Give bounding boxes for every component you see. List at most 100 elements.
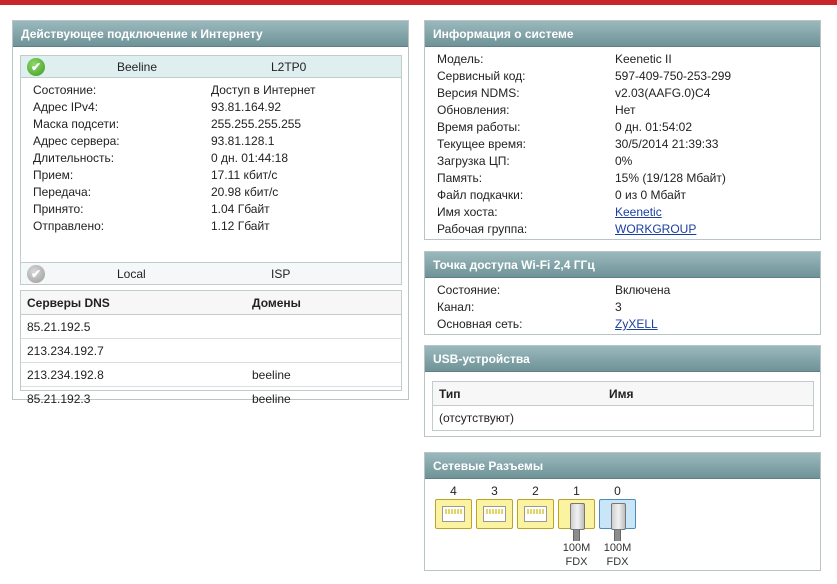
port-duplex: FDX [606, 556, 629, 568]
list-item: Принято: 1.04 Гбайт [21, 201, 401, 218]
connection-stat-value: 255.255.255.255 [211, 117, 302, 131]
wifi-network-link[interactable]: ZyXELL [615, 316, 658, 333]
list-item: Имя хоста: Keenetic [425, 204, 820, 221]
system-stat-value: 0 дн. 01:54:02 [615, 120, 693, 134]
port-speed: 100M [562, 542, 591, 554]
port-4[interactable]: 4 [433, 483, 474, 569]
system-stat-label: Сервисный код: [437, 69, 526, 83]
system-stat-value: Keenetic II [615, 52, 672, 66]
port-duplex: FDX [565, 556, 588, 568]
connection-secondary-row[interactable]: ✔ Local ISP [21, 262, 401, 284]
list-item: Прием: 17.11 кбит/с [21, 167, 401, 184]
system-stat-value: 0% [615, 154, 633, 168]
list-item: Обновления: Нет [425, 102, 820, 119]
hostname-label: Имя хоста: [437, 205, 498, 219]
ethernet-port-icon [476, 499, 513, 529]
port-number: 2 [532, 484, 539, 498]
dns-domain: beeline [252, 392, 291, 406]
workgroup-label: Рабочая группа: [437, 222, 528, 236]
port-number: 4 [450, 484, 457, 498]
list-item: Передача: 20.98 кбит/с [21, 184, 401, 201]
system-stat-value: 597-409-750-253-299 [615, 69, 732, 83]
connection-stat-label: Маска подсети: [33, 117, 120, 131]
port-2[interactable]: 2 [515, 483, 556, 569]
wifi-info-list: Состояние: Включена Канал: 3 Основная се… [425, 278, 820, 333]
connection-stat-value: 93.81.128.1 [211, 134, 275, 148]
ethernet-plugged-icon [558, 499, 595, 530]
system-stat-label: Текущее время: [437, 137, 526, 151]
system-stat-label: Время работы: [437, 120, 521, 134]
port-0[interactable]: 0 100M FDX [597, 483, 638, 569]
port-3[interactable]: 3 [474, 483, 515, 569]
list-item: Отправлено: 1.12 Гбайт [21, 218, 401, 235]
wifi-network-label: Основная сеть: [437, 317, 523, 331]
system-info-title: Информация о системе [425, 21, 820, 47]
list-item: Сервисный код: 597-409-750-253-299 [425, 68, 820, 85]
dns-domain: beeline [252, 368, 291, 382]
dns-server: 213.234.192.8 [27, 368, 104, 382]
connection-stat-value: 1.04 Гбайт [211, 202, 270, 216]
port-number: 1 [573, 484, 580, 498]
dns-server: 213.234.192.7 [27, 344, 104, 358]
connection-stat-value: 0 дн. 01:44:18 [211, 151, 289, 165]
connection-stat-value: 17.11 кбит/с [211, 168, 278, 182]
ethernet-plugged-icon [599, 499, 636, 530]
check-icon: ✔ [27, 58, 45, 76]
hostname-link[interactable]: Keenetic [615, 204, 662, 221]
connection-primary-row[interactable]: ✔ Beeline L2TP0 [21, 56, 401, 78]
connection-secondary-type: ISP [271, 267, 291, 281]
dns-col-domains: Домены [252, 296, 301, 310]
wifi-state-label: Состояние: [437, 283, 501, 297]
system-stat-value: 30/5/2014 21:39:33 [615, 137, 719, 151]
connection-stat-label: Адрес IPv4: [33, 100, 99, 114]
usb-panel: USB-устройства Тип Имя (отсутствуют) [424, 345, 821, 437]
internet-connection-title: Действующее подключение к Интернету [13, 21, 408, 47]
port-number: 0 [614, 484, 621, 498]
workgroup-link[interactable]: WORKGROUP [615, 221, 696, 238]
connection-stat-label: Состояние: [33, 83, 97, 97]
connection-stat-label: Прием: [33, 168, 74, 182]
connection-stat-label: Отправлено: [33, 219, 105, 233]
port-speed: 100M [603, 542, 632, 554]
ethernet-port-icon [435, 499, 472, 529]
dns-col-servers: Серверы DNS [27, 296, 110, 310]
table-row: 85.21.192.5 [21, 315, 401, 339]
list-item: Файл подкачки: 0 из 0 Мбайт [425, 187, 820, 204]
list-item: Состояние: Включена [425, 282, 820, 299]
list-item: Длительность: 0 дн. 01:44:18 [21, 150, 401, 167]
list-item: Адрес сервера: 93.81.128.1 [21, 133, 401, 150]
usb-col-name: Имя [609, 387, 634, 401]
top-accent-bar [0, 0, 837, 5]
system-info-list: Модель: Keenetic II Сервисный код: 597-409-… [425, 47, 820, 238]
list-item: Модель: Keenetic II [425, 51, 820, 68]
system-stat-label: Модель: [437, 52, 484, 66]
list-item: Состояние: Доступ в Интернет [21, 82, 401, 99]
system-stat-value: 15% (19/128 Мбайт) [615, 171, 726, 185]
list-item: Рабочая группа: WORKGROUP [425, 221, 820, 238]
list-item: Память: 15% (19/128 Мбайт) [425, 170, 820, 187]
system-stat-value: v2.03(AAFG.0)C4 [615, 86, 711, 100]
port-1[interactable]: 1 100M FDX [556, 483, 597, 569]
wifi-title: Точка доступа Wi-Fi 2,4 ГГц [425, 252, 820, 278]
wifi-panel: Точка доступа Wi-Fi 2,4 ГГц Состояние: В… [424, 251, 821, 335]
connection-details: ✔ Beeline L2TP0 Состояние: Доступ в Интер… [20, 55, 402, 285]
list-item: Версия NDMS: v2.03(AAFG.0)C4 [425, 85, 820, 102]
connection-type: L2TP0 [271, 60, 307, 74]
dns-domain [252, 315, 401, 338]
list-item: Адрес IPv4: 93.81.164.92 [21, 99, 401, 116]
dns-server: 85.21.192.3 [27, 392, 91, 406]
system-stat-value: 0 из 0 Мбайт [615, 188, 687, 202]
connection-stat-label: Адрес сервера: [33, 134, 120, 148]
list-item: Канал: 3 [425, 299, 820, 316]
network-ports-title: Сетевые Разъемы [425, 453, 820, 479]
system-stat-label: Обновления: [437, 103, 510, 117]
system-stat-label: Память: [437, 171, 483, 185]
network-ports-panel: Сетевые Разъемы 4 3 2 1 100M FDX 0 100M FDX [424, 452, 821, 571]
wifi-channel-value: 3 [615, 300, 622, 314]
connection-stat-value: 20.98 кбит/с [211, 185, 279, 199]
ethernet-port-icon [517, 499, 554, 529]
connection-stat-label: Длительность: [33, 151, 115, 165]
system-stat-label: Загрузка ЦП: [437, 154, 510, 168]
connection-secondary-name: Local [117, 267, 146, 281]
dns-domain [252, 339, 401, 362]
